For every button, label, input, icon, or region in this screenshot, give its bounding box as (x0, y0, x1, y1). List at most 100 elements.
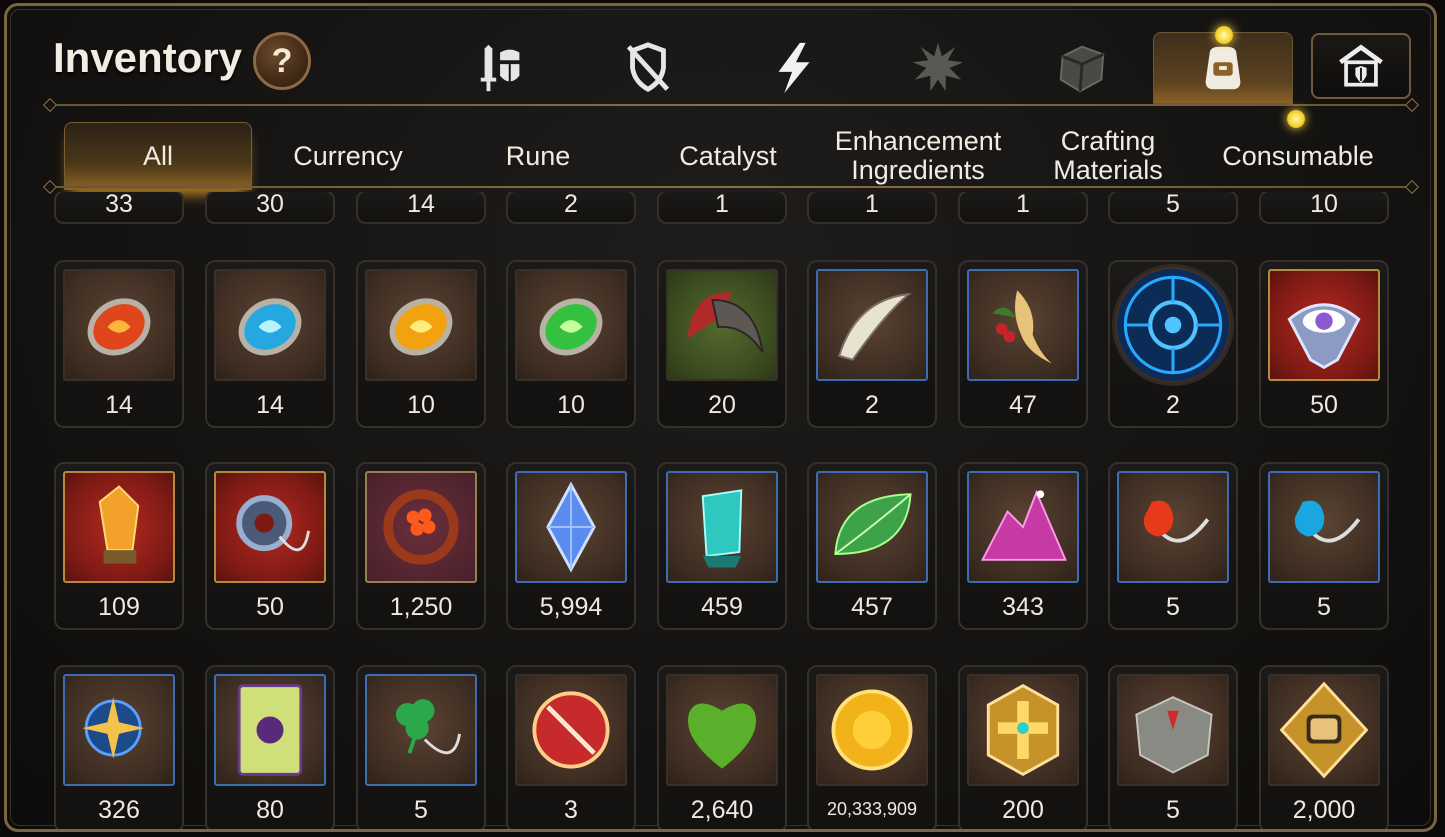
subtab-catalyst[interactable]: Catalyst (634, 122, 822, 190)
item-slot[interactable]: 5 (356, 665, 486, 829)
subtab-crafting-materials[interactable]: Crafting Materials (1014, 122, 1202, 190)
item-slot[interactable]: 33 (54, 192, 184, 224)
item-quantity: 5 (1317, 593, 1331, 621)
item-slot[interactable]: 10 (506, 260, 636, 428)
item-art (214, 269, 326, 381)
notification-dot (1215, 26, 1233, 44)
tab-defense[interactable] (613, 36, 683, 100)
item-art (365, 674, 477, 786)
gold-coin-icon (831, 689, 913, 771)
item-quantity: 33 (105, 192, 133, 218)
item-art (515, 674, 627, 786)
subtab-all[interactable]: All (64, 122, 252, 190)
ring-pendant-icon (236, 495, 310, 552)
item-quantity: 200 (1002, 796, 1044, 824)
item-art (63, 269, 175, 381)
item-slot[interactable]: 2,640 (657, 665, 787, 829)
eye-emblem-icon (1287, 303, 1361, 370)
item-slot[interactable]: 5 (1108, 192, 1238, 224)
yellow-rune-stone-icon (389, 298, 453, 356)
blue-rune-stone-icon (238, 298, 302, 356)
fire-pendant-icon (1143, 500, 1210, 543)
item-slot[interactable]: 5,994 (506, 462, 636, 630)
item-slot[interactable]: 14 (54, 260, 184, 428)
pink-ore-icon (980, 489, 1067, 561)
stone-cube-icon (1135, 696, 1213, 774)
item-slot[interactable]: 1,250 (356, 462, 486, 630)
item-slot[interactable]: 1 (807, 192, 937, 224)
item-art (666, 269, 778, 381)
subtab-rune[interactable]: Rune (444, 122, 632, 190)
red-rune-stone-icon (87, 298, 151, 356)
subtab-divider (42, 179, 1420, 195)
item-art (666, 471, 778, 583)
item-slot[interactable]: 2 (1108, 260, 1238, 428)
item-quantity: 2 (1166, 391, 1180, 419)
help-button[interactable]: ? (253, 32, 311, 90)
item-slot[interactable]: 2 (807, 260, 937, 428)
item-slot[interactable]: 5 (1259, 462, 1389, 630)
item-slot[interactable]: 30 (205, 192, 335, 224)
item-art (1268, 471, 1380, 583)
armor-sword-icon (480, 44, 520, 92)
card-icon (237, 684, 303, 776)
item-grid: 33 30 14 2 1 1 1 5 10 14 14 10 10 20 2 47 2 50 109 50 1,25… (7, 192, 1434, 829)
item-quantity: 80 (256, 796, 284, 824)
item-slot[interactable]: 14 (356, 192, 486, 224)
subtab-consumable[interactable]: Consumable (1204, 122, 1392, 190)
item-slot[interactable]: 14 (205, 260, 335, 428)
item-art (666, 674, 778, 786)
subtab-enhancement-ingredients[interactable]: Enhancement Ingredients (824, 122, 1012, 190)
item-slot[interactable]: 47 (958, 260, 1088, 428)
item-art (365, 471, 477, 583)
item-slot[interactable]: 1 (657, 192, 787, 224)
item-quantity: 20 (708, 391, 736, 419)
tab-materials[interactable] (1047, 36, 1117, 100)
item-quantity: 20,333,909 (826, 799, 918, 819)
box-icon (1059, 45, 1105, 93)
item-quantity: 109 (98, 593, 140, 621)
item-art (967, 269, 1079, 381)
teal-crystal-icon (701, 489, 743, 568)
item-slot[interactable]: 20 (657, 260, 787, 428)
item-slot[interactable]: 343 (958, 462, 1088, 630)
item-slot[interactable]: 459 (657, 462, 787, 630)
item-art (1117, 674, 1229, 786)
tab-guild-storage[interactable] (1311, 33, 1411, 99)
broken-shield-icon (626, 42, 670, 93)
item-slot[interactable]: 5 (1108, 665, 1238, 829)
herb-root-icon (992, 290, 1052, 364)
item-slot[interactable]: 109 (54, 462, 184, 630)
item-art (63, 471, 175, 583)
tab-skills[interactable] (759, 36, 829, 100)
item-quantity: 10 (407, 391, 435, 419)
item-slot[interactable]: 10 (356, 260, 486, 428)
subtab-currency[interactable]: Currency (254, 122, 442, 190)
item-slot[interactable]: 50 (1259, 260, 1389, 428)
tab-awakening[interactable] (903, 36, 973, 100)
item-slot[interactable]: 2,000 (1259, 665, 1389, 829)
item-slot[interactable]: 1 (958, 192, 1088, 224)
item-quantity: 14 (105, 391, 133, 419)
item-slot[interactable]: 20,333,909 (807, 665, 937, 829)
notification-dot (1287, 110, 1305, 128)
item-slot[interactable]: 10 (1259, 192, 1389, 224)
green-rune-stone-icon (539, 298, 603, 356)
item-quantity: 2 (564, 192, 578, 218)
tab-equipment[interactable] (467, 36, 537, 100)
gold-emblem-icon (986, 683, 1060, 777)
item-slot[interactable]: 2 (506, 192, 636, 224)
item-slot[interactable]: 457 (807, 462, 937, 630)
item-slot[interactable]: 5 (1108, 462, 1238, 630)
item-quantity: 326 (98, 796, 140, 824)
item-slot[interactable]: 326 (54, 665, 184, 829)
inventory-window: Inventory ? All Currency Rune Catalyst E… (4, 3, 1437, 832)
item-slot[interactable]: 50 (205, 462, 335, 630)
item-quantity: 1 (715, 192, 729, 218)
item-quantity: 10 (1310, 192, 1338, 218)
item-quantity: 2,640 (690, 796, 754, 824)
item-slot[interactable]: 200 (958, 665, 1088, 829)
green-leaf-icon (834, 493, 912, 555)
item-slot[interactable]: 80 (205, 665, 335, 829)
item-slot[interactable]: 3 (506, 665, 636, 829)
